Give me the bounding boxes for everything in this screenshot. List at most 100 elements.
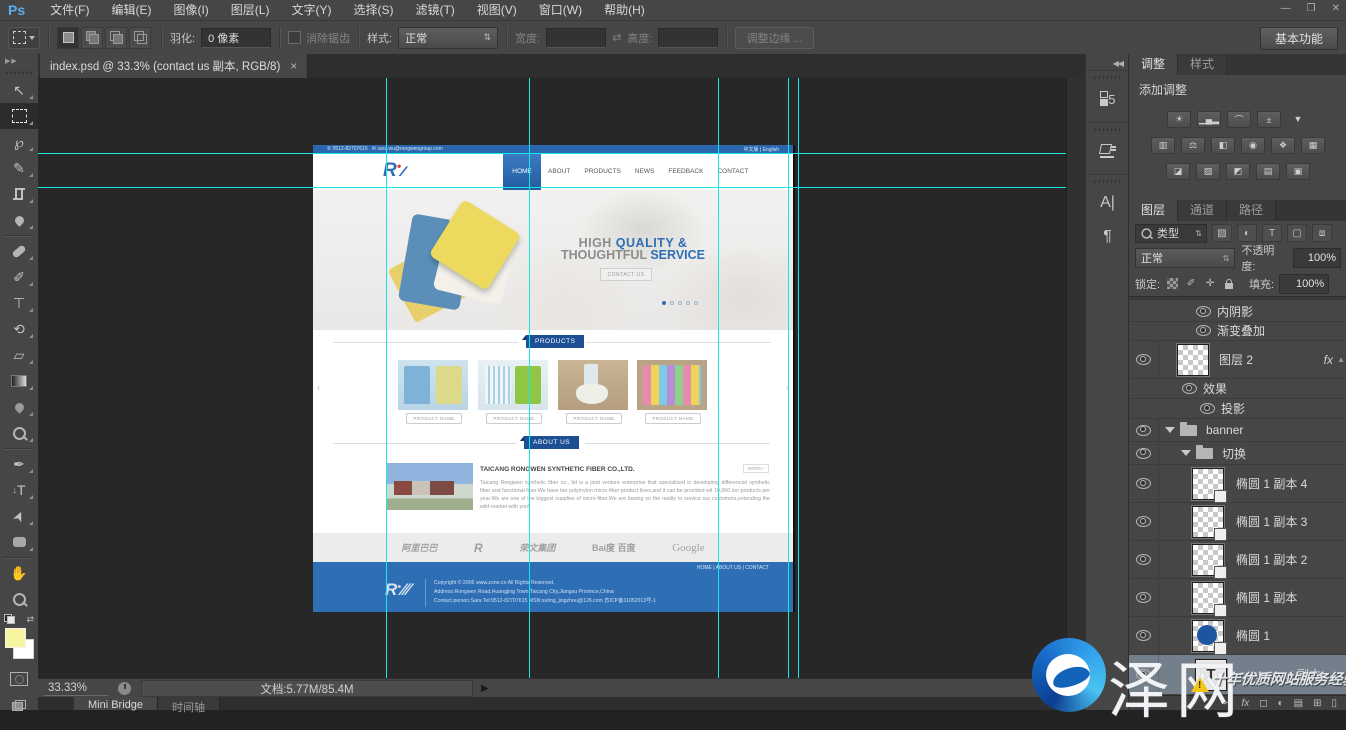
filter-type-layers-icon[interactable]: T bbox=[1262, 224, 1282, 242]
guide-horizontal[interactable] bbox=[38, 187, 1066, 188]
black-white-icon[interactable]: ◧ bbox=[1211, 137, 1235, 154]
tools-expand-icon[interactable]: ▶▶ bbox=[0, 54, 38, 68]
paragraph-panel-icon[interactable]: ¶ bbox=[1086, 220, 1129, 254]
lasso-tool[interactable]: ℘ bbox=[0, 129, 38, 155]
color-lookup-icon[interactable]: ▦ bbox=[1301, 137, 1325, 154]
layer-thumbnail[interactable] bbox=[1192, 582, 1224, 614]
style-select[interactable]: 正常 ⇅ bbox=[398, 27, 498, 49]
visibility-eye-icon[interactable] bbox=[1196, 306, 1211, 317]
lock-all-icon[interactable] bbox=[1222, 277, 1236, 291]
tab-layers[interactable]: 图层 bbox=[1129, 200, 1178, 221]
curves-icon[interactable]: ⌒ bbox=[1227, 111, 1251, 128]
collapse-panels-icon[interactable]: ◀◀ bbox=[1113, 59, 1123, 68]
eraser-tool[interactable]: ▱ bbox=[0, 342, 38, 368]
tool-preset-picker[interactable] bbox=[8, 27, 40, 49]
type-tool[interactable]: ↓T bbox=[0, 477, 38, 503]
menu-type[interactable]: 文字(Y) bbox=[280, 0, 342, 20]
lock-transparency-icon[interactable] bbox=[1165, 277, 1179, 291]
add-mask-icon[interactable]: ◻ bbox=[1259, 698, 1267, 709]
menu-layer[interactable]: 图层(L) bbox=[220, 0, 281, 20]
gradient-map-icon[interactable]: ▤ bbox=[1256, 163, 1280, 180]
filter-pixel-layers-icon[interactable]: ▨ bbox=[1212, 224, 1232, 242]
layer-effect-row[interactable]: 投影 bbox=[1129, 399, 1346, 419]
channel-mixer-icon[interactable]: ❖ bbox=[1271, 137, 1295, 154]
rectangular-marquee-tool[interactable] bbox=[0, 103, 38, 129]
lock-pixels-icon[interactable]: ✐ bbox=[1184, 277, 1198, 291]
threshold-icon[interactable]: ◩ bbox=[1226, 163, 1250, 180]
levels-icon[interactable]: ▁▄▂ bbox=[1197, 111, 1221, 128]
dock-grip[interactable] bbox=[1092, 75, 1123, 80]
guide-vertical[interactable] bbox=[798, 78, 799, 678]
hand-tool[interactable]: ✋ bbox=[0, 560, 38, 586]
menu-window[interactable]: 窗口(W) bbox=[528, 0, 593, 20]
filter-adjustment-layers-icon[interactable]: ◐ bbox=[1237, 224, 1257, 242]
tab-paths[interactable]: 路径 bbox=[1227, 200, 1276, 221]
filter-shape-layers-icon[interactable]: ▢ bbox=[1287, 224, 1307, 242]
layer-group-row[interactable]: banner bbox=[1129, 419, 1346, 442]
new-group-icon[interactable]: ▤ bbox=[1294, 698, 1303, 709]
selection-add-button[interactable] bbox=[81, 27, 103, 49]
antialias-checkbox[interactable] bbox=[288, 31, 301, 44]
dodge-tool[interactable] bbox=[0, 420, 38, 446]
quick-mask-button[interactable] bbox=[0, 666, 38, 692]
swap-colors-icon[interactable]: ⇄ bbox=[26, 614, 34, 625]
invert-icon[interactable]: ◪ bbox=[1166, 163, 1190, 180]
dock-grip[interactable] bbox=[1092, 127, 1123, 132]
exposure-icon[interactable]: ± bbox=[1257, 111, 1281, 128]
refine-edge-button[interactable]: 调整边缘 ... bbox=[735, 27, 813, 49]
tab-timeline[interactable]: 时间轴 bbox=[158, 697, 220, 710]
menu-help[interactable]: 帮助(H) bbox=[593, 0, 656, 20]
canvas-scrollbar[interactable] bbox=[1066, 78, 1085, 678]
layer-row-selected[interactable]: T contact us 副本 bbox=[1129, 655, 1346, 694]
visibility-eye-icon[interactable] bbox=[1196, 325, 1211, 336]
selection-intersect-button[interactable] bbox=[129, 27, 151, 49]
visibility-eye-icon[interactable] bbox=[1136, 669, 1151, 680]
new-layer-icon[interactable]: ⊞ bbox=[1313, 698, 1321, 709]
gradient-tool[interactable] bbox=[0, 368, 38, 394]
fill-input[interactable]: 100% bbox=[1279, 274, 1329, 294]
scroll-up-icon[interactable]: ▲ bbox=[1337, 355, 1345, 364]
photo-filter-icon[interactable]: ◉ bbox=[1241, 137, 1265, 154]
selection-new-button[interactable] bbox=[57, 27, 79, 49]
guide-vertical[interactable] bbox=[788, 78, 789, 678]
filter-smart-objects-icon[interactable]: ⧈ bbox=[1312, 224, 1332, 242]
brightness-contrast-icon[interactable]: ☀ bbox=[1167, 111, 1191, 128]
visibility-eye-icon[interactable] bbox=[1136, 425, 1151, 436]
canvas-area[interactable]: ✆ 0512-82707615 ✉ sara.wu@rongwengroup.c… bbox=[38, 78, 1085, 678]
layer-effect-row[interactable]: 渐变叠加 bbox=[1129, 321, 1346, 341]
guide-horizontal[interactable] bbox=[38, 153, 1066, 154]
shape-tool[interactable] bbox=[0, 529, 38, 555]
color-balance-icon[interactable]: ⚖ bbox=[1181, 137, 1205, 154]
default-colors-icon[interactable] bbox=[4, 614, 15, 624]
history-panel-icon[interactable]: 5 bbox=[1086, 82, 1129, 116]
pen-tool[interactable]: ✒ bbox=[0, 451, 38, 477]
layer-effect-row[interactable]: 内阴影 bbox=[1129, 302, 1346, 322]
path-selection-tool[interactable]: ➤ bbox=[0, 503, 38, 529]
guide-vertical[interactable] bbox=[718, 78, 719, 678]
layer-effects-header-row[interactable]: 效果 bbox=[1129, 379, 1346, 399]
hue-saturation-icon[interactable]: ▥ bbox=[1151, 137, 1175, 154]
width-input[interactable] bbox=[546, 28, 606, 48]
layer-row[interactable]: 椭圆 1 副本 4 bbox=[1129, 465, 1346, 503]
expand-triangle-icon[interactable] bbox=[1181, 450, 1191, 456]
layer-thumbnail[interactable] bbox=[1192, 506, 1224, 538]
text-layer-thumbnail[interactable]: T bbox=[1195, 659, 1227, 691]
layer-row[interactable]: 椭圆 1 bbox=[1129, 617, 1346, 655]
menu-file[interactable]: 文件(F) bbox=[39, 0, 100, 20]
menu-select[interactable]: 选择(S) bbox=[342, 0, 404, 20]
visibility-eye-icon[interactable] bbox=[1136, 554, 1151, 565]
properties-panel-icon[interactable] bbox=[1086, 134, 1129, 168]
lock-position-icon[interactable]: ✛ bbox=[1203, 277, 1217, 291]
visibility-eye-icon[interactable] bbox=[1136, 592, 1151, 603]
delete-layer-icon[interactable]: ▯ bbox=[1331, 698, 1337, 709]
menu-view[interactable]: 视图(V) bbox=[466, 0, 528, 20]
dock-grip[interactable] bbox=[1092, 179, 1123, 184]
tab-close-icon[interactable]: × bbox=[290, 59, 297, 73]
opacity-input[interactable]: 100% bbox=[1293, 248, 1341, 268]
character-panel-icon[interactable]: A| bbox=[1086, 186, 1129, 220]
feather-input[interactable]: 0 像素 bbox=[201, 28, 271, 48]
blend-mode-select[interactable]: 正常 ⇅ bbox=[1135, 248, 1235, 268]
zoom-level-field[interactable]: 33.33% bbox=[44, 681, 108, 696]
tab-adjustments[interactable]: 调整 bbox=[1129, 54, 1178, 75]
visibility-eye-icon[interactable] bbox=[1136, 630, 1151, 641]
